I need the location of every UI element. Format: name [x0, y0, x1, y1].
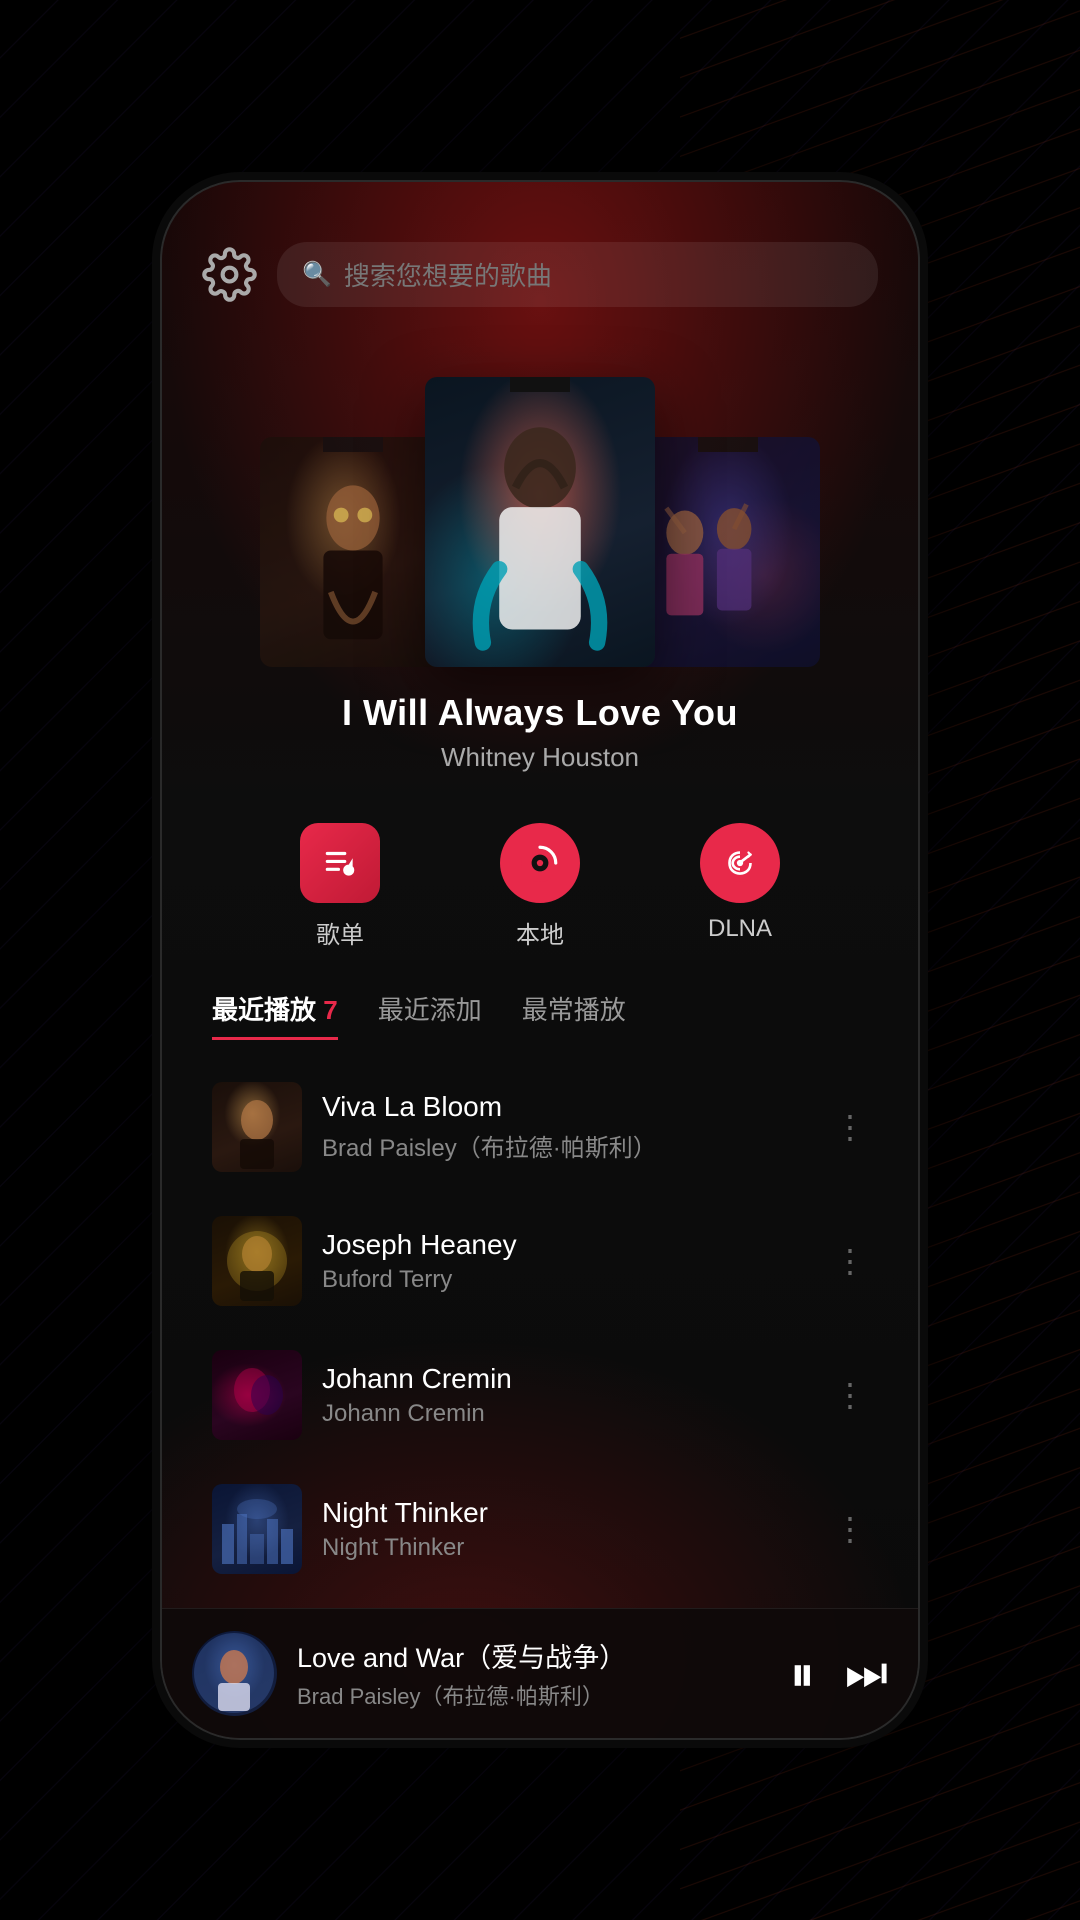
- song-artist-2: Buford Terry: [322, 1266, 814, 1294]
- nav-label-local: 本地: [516, 915, 564, 950]
- more-button-2[interactable]: ⋮: [834, 1242, 868, 1280]
- vinyl-top-left: [323, 437, 383, 452]
- album-card-center[interactable]: [425, 377, 655, 667]
- song-name-1: Viva La Bloom: [322, 1091, 814, 1123]
- song-thumb-2: [212, 1216, 302, 1306]
- vinyl-top-center: [510, 377, 570, 392]
- song-row-1[interactable]: Viva La Bloom Brad Paisley（布拉德·帕斯利） ⋮: [192, 1060, 888, 1194]
- nav-label-dlna: DLNA: [708, 915, 772, 943]
- song-thumb-3: [212, 1350, 302, 1440]
- song-info: I Will Always Love You Whitney Houston: [162, 692, 918, 773]
- song-artist-3: Johann Cremin: [322, 1400, 814, 1428]
- song-row-4[interactable]: Night Thinker Night Thinker ⋮: [192, 1462, 888, 1596]
- album-carousel: [162, 347, 918, 667]
- np-controls: ⏸ ⏭: [790, 1649, 888, 1699]
- phone-frame: 🔍 搜索您想要的歌曲: [160, 180, 920, 1740]
- song-name-2: Joseph Heaney: [322, 1229, 814, 1261]
- more-button-1[interactable]: ⋮: [834, 1108, 868, 1146]
- song-artist: Whitney Houston: [202, 742, 878, 773]
- now-playing-bar[interactable]: Love and War（爱与战争） Brad Paisley（布拉德·帕斯利）…: [162, 1608, 918, 1738]
- nav-icons: 歌单 本地: [162, 823, 918, 950]
- album-figure-1: [279, 472, 427, 668]
- np-details: Love and War（爱与战争） Brad Paisley（布拉德·帕斯利）: [297, 1636, 770, 1711]
- nav-label-playlist: 歌单: [316, 915, 364, 950]
- dlna-icon: [700, 823, 780, 903]
- song-title: I Will Always Love You: [202, 692, 878, 734]
- vinyl-top-right: [698, 437, 758, 452]
- tab-new[interactable]: 最近添加: [378, 990, 482, 1040]
- album-figure-2: [437, 406, 644, 667]
- song-thumb-4: [212, 1484, 302, 1574]
- more-button-4[interactable]: ⋮: [834, 1510, 868, 1548]
- recent-count: 7: [323, 995, 337, 1025]
- search-placeholder: 搜索您想要的歌曲: [344, 256, 552, 293]
- song-artist-1: Brad Paisley（布拉德·帕斯利）: [322, 1128, 814, 1163]
- search-icon: 🔍: [302, 260, 332, 289]
- song-details-1: Viva La Bloom Brad Paisley（布拉德·帕斯利）: [322, 1091, 814, 1163]
- tab-bar: 最近播放 7 最近添加 最常播放: [162, 960, 918, 1040]
- album-card-left[interactable]: [260, 437, 445, 667]
- song-row-3[interactable]: Johann Cremin Johann Cremin ⋮: [192, 1328, 888, 1462]
- np-title: Love and War（爱与战争）: [297, 1636, 770, 1675]
- pause-button[interactable]: ⏸: [790, 1649, 815, 1699]
- search-bar[interactable]: 🔍 搜索您想要的歌曲: [277, 242, 878, 307]
- song-row-2[interactable]: Joseph Heaney Buford Terry ⋮: [192, 1194, 888, 1328]
- album-figure-3: [635, 472, 820, 668]
- next-button[interactable]: ⏭: [845, 1650, 888, 1698]
- np-artist: Brad Paisley（布拉德·帕斯利）: [297, 1679, 770, 1711]
- song-details-3: Johann Cremin Johann Cremin: [322, 1363, 814, 1428]
- song-thumb-1: [212, 1082, 302, 1172]
- app-header: 🔍 搜索您想要的歌曲: [162, 182, 918, 327]
- song-artist-4: Night Thinker: [322, 1534, 814, 1562]
- tab-most[interactable]: 最常播放: [522, 990, 626, 1040]
- np-album-art: [192, 1631, 277, 1716]
- playlist-icon: [300, 823, 380, 903]
- song-name-4: Night Thinker: [322, 1497, 814, 1529]
- song-name-3: Johann Cremin: [322, 1363, 814, 1395]
- song-list: Viva La Bloom Brad Paisley（布拉德·帕斯利） ⋮ Jo…: [162, 1060, 918, 1596]
- song-details-2: Joseph Heaney Buford Terry: [322, 1229, 814, 1294]
- song-details-4: Night Thinker Night Thinker: [322, 1497, 814, 1562]
- more-button-3[interactable]: ⋮: [834, 1376, 868, 1414]
- nav-item-playlist[interactable]: 歌单: [300, 823, 380, 950]
- album-card-right[interactable]: [635, 437, 820, 667]
- tab-recent[interactable]: 最近播放 7: [212, 990, 338, 1040]
- nav-item-local[interactable]: 本地: [500, 823, 580, 950]
- local-icon: [500, 823, 580, 903]
- settings-button[interactable]: [202, 247, 257, 302]
- nav-item-dlna[interactable]: DLNA: [700, 823, 780, 950]
